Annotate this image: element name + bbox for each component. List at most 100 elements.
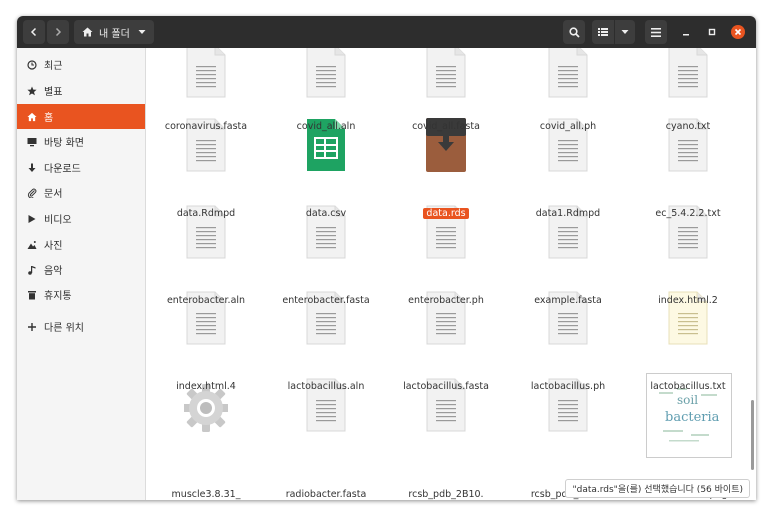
file-name-text: index.html.4 <box>176 381 236 392</box>
picture-icon <box>26 240 38 250</box>
file-name-text: data1.Rdmpd <box>535 208 601 219</box>
file-name-text: covid_all.ph <box>539 121 597 132</box>
file-name-text: enterobacter.fasta <box>282 295 370 306</box>
close-icon <box>734 28 742 36</box>
file-name-text: data.rds <box>423 208 469 219</box>
file-manager-window: 내 폴더 최근 별표 홈 바탕 화면 다운로드 문서 비디오 사진 음악 휴지통 다른 위치 soi… <box>17 16 756 500</box>
header-bar: 내 폴더 <box>17 16 756 48</box>
file-name: lactobacillus.ph <box>508 381 628 393</box>
sidebar-item-label: 바탕 화면 <box>44 138 84 149</box>
file-name-text: coronavirus.fasta <box>164 121 248 132</box>
file-name: data.Rdmpd <box>146 208 266 220</box>
sidebar-item-7[interactable]: 비디오 <box>17 206 145 231</box>
desktop-icon <box>26 137 38 147</box>
music-icon <box>26 265 38 275</box>
file-name-text: data.Rdmpd <box>176 208 236 219</box>
text-file-icon <box>184 48 228 98</box>
sidebar-item-label: 다른 위치 <box>44 323 84 334</box>
maximize-icon <box>708 28 716 36</box>
breadcrumb[interactable]: 내 폴더 <box>74 20 154 44</box>
minimize-icon <box>683 34 689 36</box>
file-name: lactobacillus.txt <box>628 381 748 393</box>
status-text: "data.rds"을(를) 선택했습니다 (56 바이트) <box>572 485 743 495</box>
forward-button[interactable] <box>47 20 69 44</box>
file-name-text: cyano.txt <box>665 121 711 132</box>
view-options-button[interactable] <box>615 20 635 44</box>
download-icon <box>26 163 38 173</box>
file-name-text: data.csv <box>305 208 347 219</box>
chevron-down-icon <box>138 30 146 34</box>
file-name: index.html.2 <box>628 295 748 307</box>
file-name: data1.Rdmpd <box>508 208 628 220</box>
sidebar: 최근별표홈바탕 화면다운로드문서비디오사진음악휴지통다른 위치 <box>17 48 146 500</box>
file-name-text: lactobacillus.aln <box>287 381 365 392</box>
breadcrumb-label: 내 폴더 <box>99 28 130 40</box>
text-file-icon <box>424 48 468 98</box>
clock-icon <box>26 59 38 70</box>
menu-button[interactable] <box>645 20 667 44</box>
sidebar-item-label: 비디오 <box>44 215 72 226</box>
sidebar-item-label: 사진 <box>44 241 63 252</box>
file-name: covid_all.fasta <box>386 121 506 133</box>
file-name: ec_5.4.2.2.txt <box>628 208 748 220</box>
plus-icon <box>26 322 38 332</box>
file-name: data.csv <box>266 208 386 220</box>
document-icon <box>26 188 38 198</box>
file-name-text: lactobacillus.ph <box>530 381 606 392</box>
sidebar-item-label: 휴지통 <box>44 291 72 302</box>
file-name: data.rds <box>386 208 506 220</box>
file-name-line: rcsb_pdb_2B10. <box>408 489 484 500</box>
file-name-text: lactobacillus.fasta <box>403 381 489 392</box>
trash-icon <box>26 290 38 300</box>
chevron-down-icon <box>621 30 629 34</box>
file-name: index.html.4 <box>146 381 266 393</box>
sidebar-item-label: 별표 <box>44 87 63 98</box>
chevron-left-icon <box>30 27 37 37</box>
file-name: example.fasta <box>508 295 628 307</box>
close-button[interactable] <box>731 25 745 39</box>
sidebar-item-10[interactable]: 휴지통 <box>17 282 145 307</box>
thumbnail-word: bacteria <box>665 410 720 425</box>
file-name-text: covid_all.aln <box>296 121 356 132</box>
back-button[interactable] <box>23 20 45 44</box>
file-name-text: enterobacter.ph <box>408 295 484 306</box>
sidebar-item-8[interactable]: 사진 <box>17 232 145 257</box>
file-name-line: muscle3.8.31_ <box>171 489 241 500</box>
sidebar-item-label: 홈 <box>44 113 54 124</box>
file-name: enterobacter.aln <box>146 295 266 307</box>
minimize-button[interactable] <box>679 25 693 39</box>
home-icon <box>82 27 93 37</box>
file-name: rcsb_pdb_2B10.fasta <box>386 489 506 500</box>
file-name: covid_all.aln <box>266 121 386 133</box>
file-name: covid_all.ph <box>508 121 628 133</box>
video-icon <box>26 214 38 224</box>
file-name: lactobacillus.fasta <box>386 381 506 393</box>
search-icon <box>568 26 580 38</box>
file-name: coronavirus.fasta <box>146 121 266 133</box>
file-name-text: index.html.2 <box>658 295 718 306</box>
file-name-text: enterobacter.aln <box>166 295 246 306</box>
file-name: cyano.txt <box>628 121 748 133</box>
star-icon <box>26 86 38 96</box>
sidebar-item-label: 문서 <box>44 189 63 200</box>
search-button[interactable] <box>563 20 585 44</box>
sidebar-item-label: 다운로드 <box>44 164 81 175</box>
file-name-text: radiobacter.fasta <box>285 489 367 500</box>
view-mode-button[interactable] <box>592 20 614 44</box>
maximize-button[interactable] <box>705 25 719 39</box>
file-name: enterobacter.ph <box>386 295 506 307</box>
sidebar-item-2[interactable]: 별표 <box>17 78 145 103</box>
file-name: radiobacter.fasta <box>266 489 386 500</box>
scrollbar[interactable] <box>751 400 754 470</box>
sidebar-item-4[interactable]: 바탕 화면 <box>17 129 145 154</box>
list-view-icon <box>598 28 608 36</box>
sidebar-item-3[interactable]: 홈 <box>17 104 145 129</box>
sidebar-item-1[interactable]: 최근 <box>17 52 145 77</box>
status-bar: "data.rds"을(를) 선택했습니다 (56 바이트) <box>565 479 750 498</box>
sidebar-item-6[interactable]: 문서 <box>17 180 145 205</box>
sidebar-item-9[interactable]: 음악 <box>17 257 145 282</box>
sidebar-item-5[interactable]: 다운로드 <box>17 155 145 180</box>
sidebar-item-11[interactable]: 다른 위치 <box>17 314 145 339</box>
file-name-text: example.fasta <box>534 295 602 306</box>
file-name: enterobacter.fasta <box>266 295 386 307</box>
